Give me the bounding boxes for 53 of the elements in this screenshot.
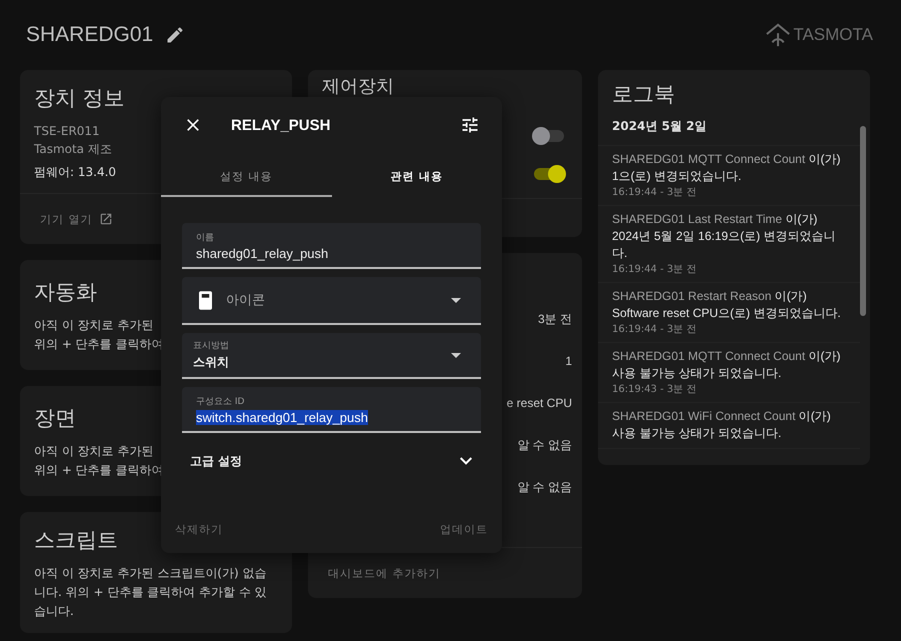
model-text: TSE-ER011 — [34, 123, 100, 140]
log-message: SHAREDG01 Last Restart Time 이(가) 2024년 5월 2일 16:19으(로) 변경되었습니다. — [612, 211, 836, 262]
settings-icon[interactable] — [460, 115, 480, 135]
dropdown-caret-icon — [451, 352, 461, 358]
log-time: 16:19:43 - 3분 전 — [612, 383, 698, 396]
sensor-value: 알 수 없음 — [517, 437, 572, 454]
device-title: SHAREDG01 — [26, 23, 154, 47]
external-link-icon[interactable] — [98, 212, 112, 226]
log-time: 16:19:44 - 3분 전 — [612, 263, 698, 276]
card-title: 제어장치 — [322, 76, 394, 98]
card-title: 로그북 — [611, 81, 676, 108]
log-time: 16:19:44 - 3분 전 — [612, 323, 698, 336]
log-time: 16:19:44 - 3분 전 — [612, 186, 698, 199]
house-logo-icon — [765, 22, 792, 48]
card-text: 위의 + 단추를 클릭하여 — [34, 462, 164, 479]
card-title: 장치 정보 — [34, 85, 125, 112]
sensor-value: 1 — [565, 353, 572, 370]
select-field[interactable]: 표시방법 스위치 — [182, 333, 481, 379]
log-message: SHAREDG01 Restart Reason 이(가) Software reset CPU으(로) 변경되었습니다. — [612, 288, 842, 322]
switch-device-icon — [199, 290, 212, 310]
card-text: 위의 + 단추를 클릭하여 — [34, 336, 164, 353]
update-button[interactable]: 업데이트 — [440, 522, 488, 537]
card-text: 아직 이 장치로 추가된 — [34, 317, 154, 334]
add-to-dashboard-link[interactable]: 대시보드에 추가하기 — [328, 566, 440, 580]
advanced-settings-expander[interactable]: 고급 설정 — [161, 451, 502, 471]
logo-text: TASMOTA — [793, 25, 873, 45]
card-text: 아직 이 장치로 추가된 스크립트이(가) 없습니다. 위의 + 단추를 클릭하여 추가할 수 있습니다. — [34, 565, 268, 620]
toggle-switch[interactable] — [534, 168, 564, 180]
toggle-switch[interactable] — [534, 130, 564, 142]
delete-button[interactable]: 삭제하기 — [175, 522, 223, 537]
sensor-value: 알 수 없음 — [517, 479, 572, 496]
firmware-text: 펌웨어: 13.4.0 — [34, 164, 116, 181]
log-message: SHAREDG01 MQTT Connect Count 이(가) 1으(로) 변경되었습니다. — [612, 151, 842, 185]
text-field[interactable]: 이름 sharedg01_relay_push — [182, 223, 481, 269]
card-title: 자동화 — [34, 279, 97, 306]
tab[interactable]: 설정 내용 — [161, 157, 332, 197]
log-message: SHAREDG01 WiFi Connect Count 이(가) 사용 불가능 상태가 되었습니다. — [612, 408, 832, 442]
log-message: SHAREDG01 MQTT Connect Count 이(가) 사용 불가능 상태가 되었습니다. — [612, 348, 842, 382]
dialog-title: RELAY_PUSH — [231, 116, 332, 134]
card-title: 스크립트 — [34, 527, 118, 554]
dropdown-caret-icon — [451, 298, 461, 302]
sensor-value: e reset CPU — [506, 395, 572, 412]
tab[interactable]: 관련 내용 — [332, 157, 502, 197]
sensor-value: 3분 전 — [538, 311, 572, 328]
edit-icon[interactable] — [165, 25, 186, 45]
card-text: 아직 이 장치로 추가된 — [34, 443, 154, 460]
card-title: 장면 — [34, 405, 76, 432]
manufacturer-text: Tasmota 제조 — [34, 141, 112, 158]
date-heading: 2024년 5월 2일 — [598, 116, 860, 146]
icon-select-field[interactable]: 아이콘 — [182, 277, 481, 325]
open-device-link[interactable]: 기기 열기 — [40, 212, 92, 226]
text-field[interactable]: 구성요소 ID switch.sharedg01_relay_push — [182, 387, 481, 433]
chevron-down-icon — [460, 457, 472, 465]
